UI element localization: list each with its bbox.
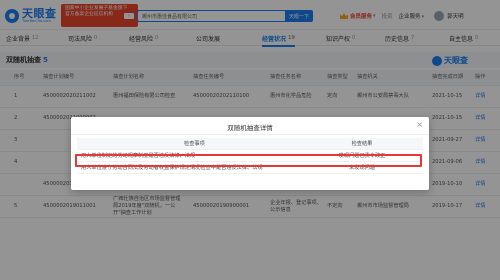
page: 天眼查 TianYanCha.com 国家中小企业发展子基金旗下 官方备案企业征… — [0, 0, 500, 280]
col-header-item: 检查事项 — [184, 141, 205, 147]
modal-title: 双随机抽查详情 — [227, 124, 273, 132]
col-header-result: 检查结果 — [351, 141, 373, 147]
divider — [71, 134, 429, 135]
detail-table-header: 检查事项 检查结果 — [77, 138, 423, 150]
close-icon[interactable]: × — [416, 121, 423, 129]
highlight-box — [75, 154, 422, 167]
